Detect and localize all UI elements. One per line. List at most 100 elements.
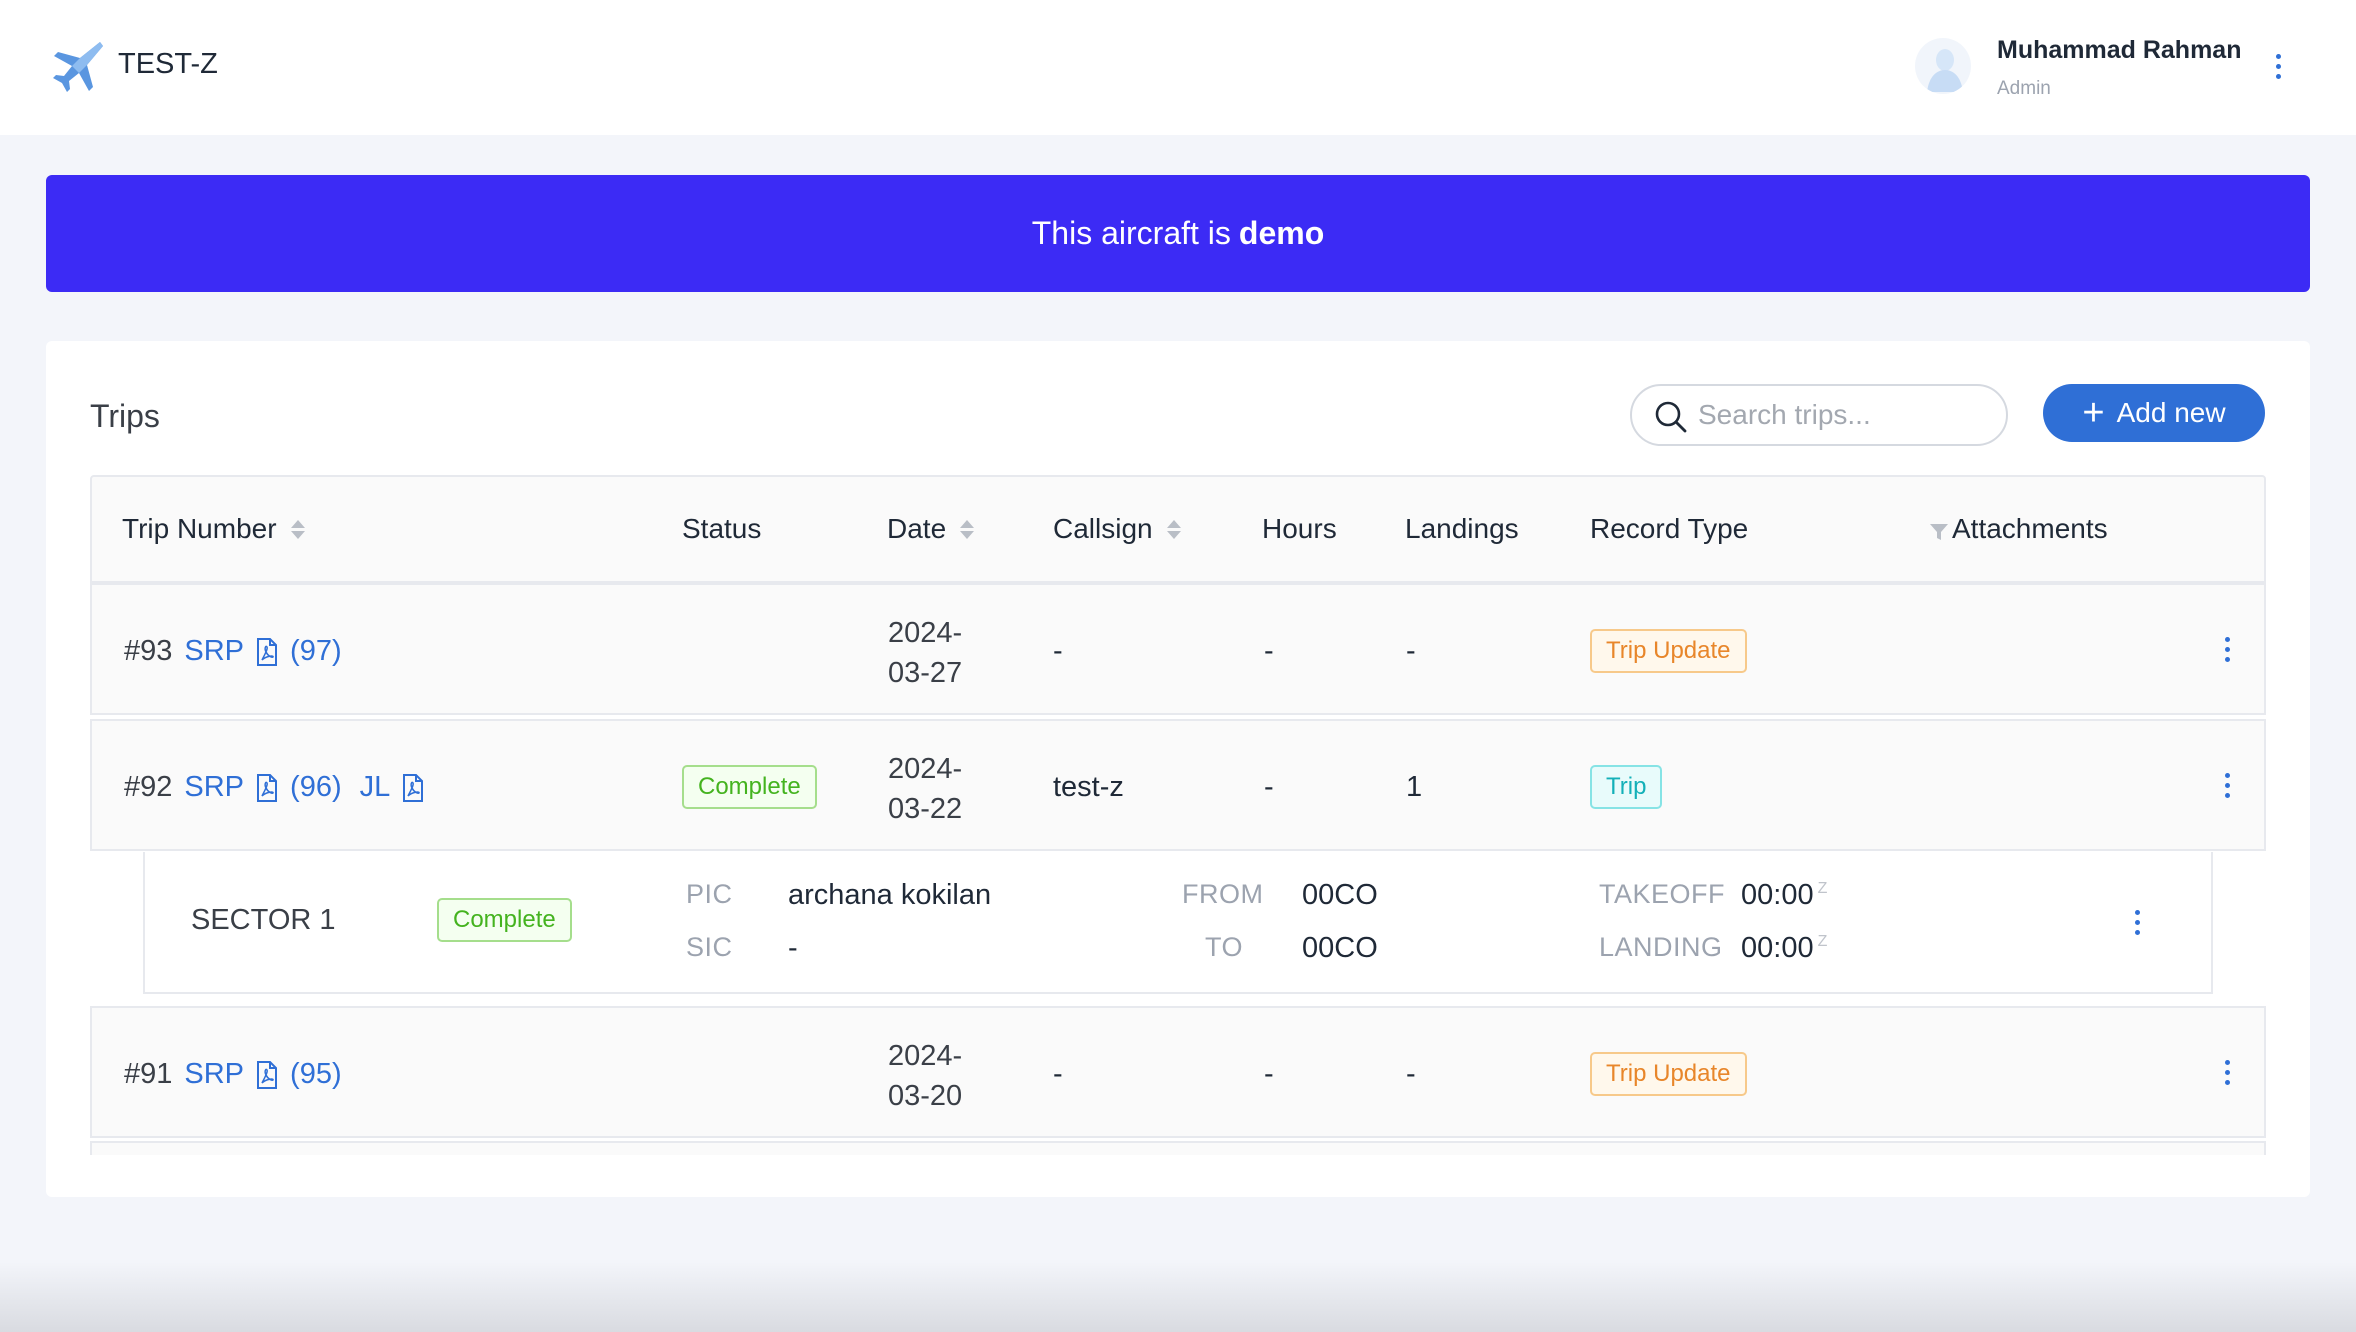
row-menu-icon[interactable] [2212,629,2242,669]
trip-number-cell: #93 SRP (97) [124,635,342,668]
status-badge: Complete [682,765,817,809]
col-landings: Landings [1405,513,1519,545]
user-avatar[interactable] [1915,38,1971,94]
sic-label: SIC [686,932,733,962]
callsign-cell: test-z [1053,771,1124,803]
callsign-cell: - [1053,1058,1063,1090]
user-menu-icon[interactable] [2263,46,2293,86]
col-record-type: Record Type [1590,513,1748,545]
col-date-label: Date [887,513,947,544]
table-row[interactable]: #91 SRP (95) 2024-03-20 - - - Trip Updat… [90,1006,2266,1138]
landings-cell: - [1406,635,1416,667]
app-title: TEST-Z [118,48,218,80]
srp-number-link[interactable]: (96) [290,771,342,804]
landings-cell: - [1406,1058,1416,1090]
banner-text: This aircraft is [1031,215,1231,251]
to-label: TO [1205,932,1244,962]
pdf-icon[interactable] [256,773,278,802]
table-row[interactable]: #93 SRP (97) 2024-03-27 - - - Trip Updat… [90,583,2266,715]
col-trip-number[interactable]: Trip Number [122,513,305,545]
col-callsign[interactable]: Callsign [1053,513,1181,545]
trip-number: #93 [124,635,173,667]
table-header: Trip Number Status Date Callsign Hours L… [90,475,2266,583]
date-cell: 2024-03-22 [888,753,963,825]
table-row-partial [90,1141,2266,1155]
sort-icon[interactable] [290,519,305,539]
pdf-icon[interactable] [256,1060,278,1089]
srp-link[interactable]: SRP [184,1058,244,1091]
user-name: Muhammad Rahman [1997,36,2242,64]
col-trip-number-label: Trip Number [122,513,277,544]
table-row[interactable]: #92 SRP (96) JL Complete 2024-03-22 test… [90,719,2266,851]
row-menu-icon[interactable] [2212,765,2242,805]
landing-label: LANDING [1599,932,1723,962]
bottom-shadow [0,1262,2356,1332]
plus-icon: + [2082,392,2105,434]
hours-cell: - [1264,771,1274,803]
col-callsign-label: Callsign [1053,513,1153,544]
pdf-icon[interactable] [256,637,278,666]
sort-icon[interactable] [960,519,975,539]
srp-link[interactable]: SRP [184,635,244,668]
search-icon [1655,401,1687,433]
banner-emphasis: demo [1238,215,1325,251]
sector-menu-icon[interactable] [2122,902,2152,942]
col-landings-label: Landings [1405,513,1519,544]
col-hours-label: Hours [1262,513,1337,544]
search-box [1630,384,2008,446]
airplane-icon[interactable] [50,38,106,94]
hours-cell: - [1264,1058,1274,1090]
col-attachments-label: Attachments [1952,513,2108,544]
pic-value: archana kokilan [788,879,992,911]
srp-number-link[interactable]: (95) [290,1058,342,1091]
zulu-marker: Z [1817,933,1828,951]
user-role: Admin [1997,78,2051,99]
record-type-badge: Trip Update [1590,1052,1747,1096]
landing-value: 00:00 [1741,932,1814,964]
app-header: TEST-Z Muhammad Rahman Admin [0,0,2356,135]
takeoff-value: 00:00 [1741,879,1814,911]
from-value: 00CO [1302,879,1378,911]
takeoff-label: TAKEOFF [1599,879,1726,909]
pdf-icon[interactable] [402,773,424,802]
col-status-label: Status [682,513,762,544]
record-type-badge: Trip Update [1590,629,1747,673]
col-status: Status [682,513,761,545]
demo-banner: This aircraft is demo [46,175,2310,292]
sort-icon[interactable] [1166,519,1181,539]
from-label: FROM [1182,879,1264,909]
sic-value: - [788,932,798,964]
date-cell: 2024-03-20 [888,1040,963,1112]
search-input[interactable] [1698,396,1988,434]
row-menu-icon[interactable] [2212,1052,2242,1092]
col-attachments: Attachments [1952,513,2108,545]
trip-number: #92 [124,771,173,803]
takeoff-time: 00:00 Z [1741,879,1827,912]
trip-number: #91 [124,1058,173,1090]
landing-time: 00:00 Z [1741,932,1827,965]
col-record-type-label: Record Type [1590,513,1749,544]
to-value: 00CO [1302,932,1378,964]
record-type-badge: Trip [1590,765,1663,809]
trip-number-cell: #92 SRP (96) JL [124,771,424,804]
callsign-cell: - [1053,635,1063,667]
trips-title: Trips [90,398,160,434]
srp-link[interactable]: SRP [184,771,244,804]
sector-name: SECTOR 1 [191,904,336,936]
filter-icon[interactable] [1929,523,1949,541]
add-new-label: Add new [2116,397,2226,428]
add-new-button[interactable]: + Add new [2043,384,2265,442]
sector-status-badge: Complete [437,898,572,942]
jl-link[interactable]: JL [360,771,391,804]
hours-cell: - [1264,635,1274,667]
sector-row[interactable]: SECTOR 1 Complete PIC archana kokilan SI… [143,852,2213,994]
col-date[interactable]: Date [887,513,975,545]
col-hours: Hours [1262,513,1337,545]
trips-card: Trips + Add new Trip Number Status Date … [46,341,2310,1197]
landings-cell: 1 [1406,771,1423,803]
srp-number-link[interactable]: (97) [290,635,342,668]
date-cell: 2024-03-27 [888,617,963,689]
trip-number-cell: #91 SRP (95) [124,1058,342,1091]
zulu-marker: Z [1817,880,1828,898]
pic-label: PIC [686,879,733,909]
